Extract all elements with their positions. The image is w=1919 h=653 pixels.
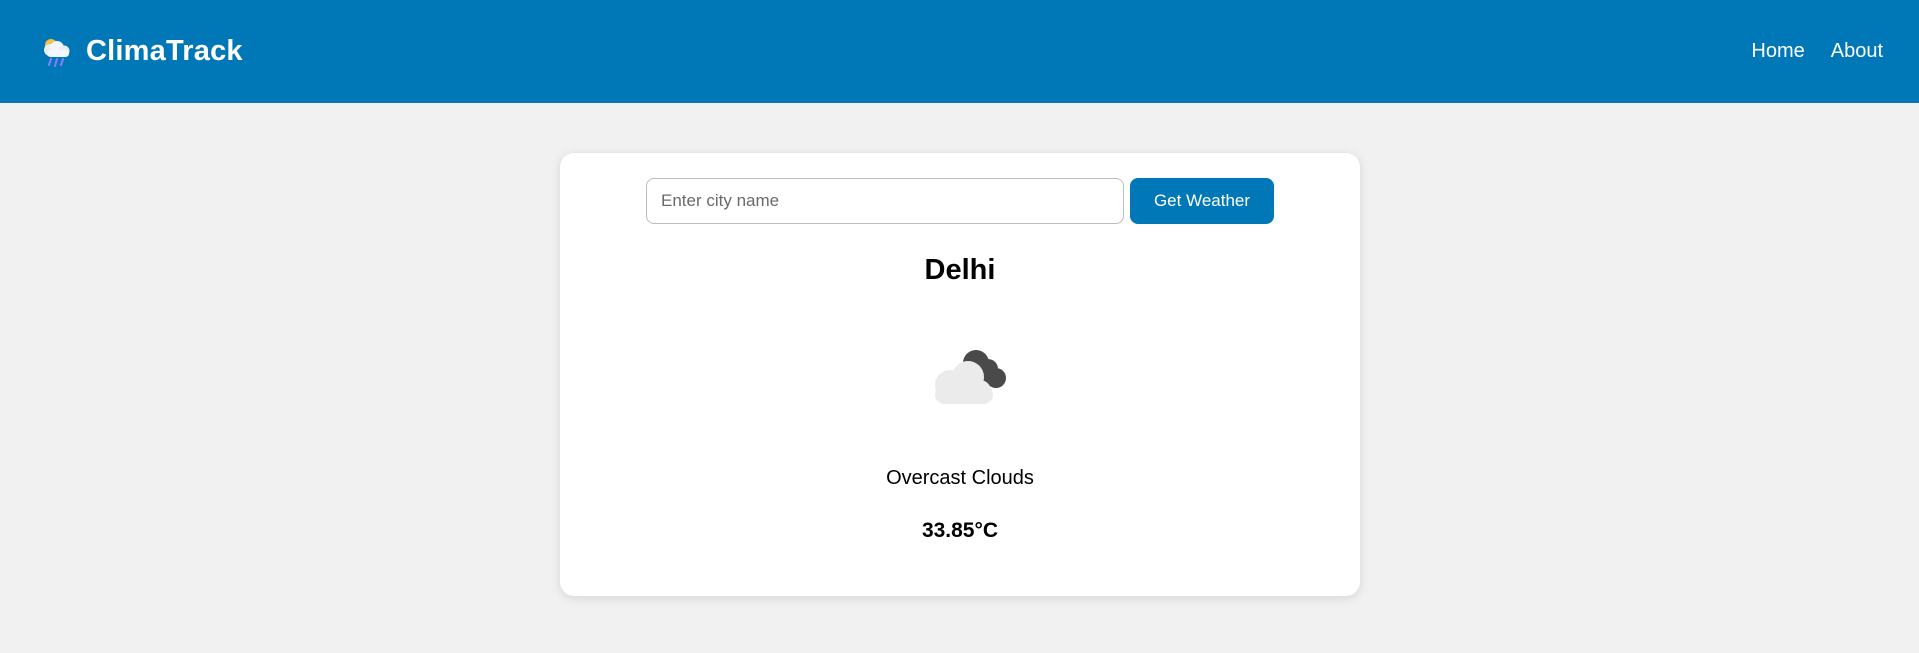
overcast-clouds-icon xyxy=(918,341,1018,413)
nav-about-link[interactable]: About xyxy=(1831,40,1883,63)
search-bar: Get Weather xyxy=(646,178,1274,224)
brand[interactable]: ClimaTrack xyxy=(40,35,243,69)
main-nav: Home About xyxy=(1751,40,1883,63)
temperature-value: 33.85°C xyxy=(921,519,999,542)
city-search-input[interactable] xyxy=(646,178,1124,224)
brand-title: ClimaTrack xyxy=(86,35,243,67)
weather-description: Overcast Clouds xyxy=(886,467,1034,489)
city-name: Delhi xyxy=(924,254,996,286)
get-weather-button[interactable]: Get Weather xyxy=(1130,178,1274,224)
weather-logo-icon xyxy=(40,35,74,69)
main-content: Get Weather Delhi Overcast Clouds 33.85°… xyxy=(0,103,1919,653)
top-navbar: ClimaTrack Home About xyxy=(0,0,1919,103)
nav-home-link[interactable]: Home xyxy=(1751,40,1804,63)
weather-card: Get Weather Delhi Overcast Clouds 33.85°… xyxy=(560,153,1360,596)
